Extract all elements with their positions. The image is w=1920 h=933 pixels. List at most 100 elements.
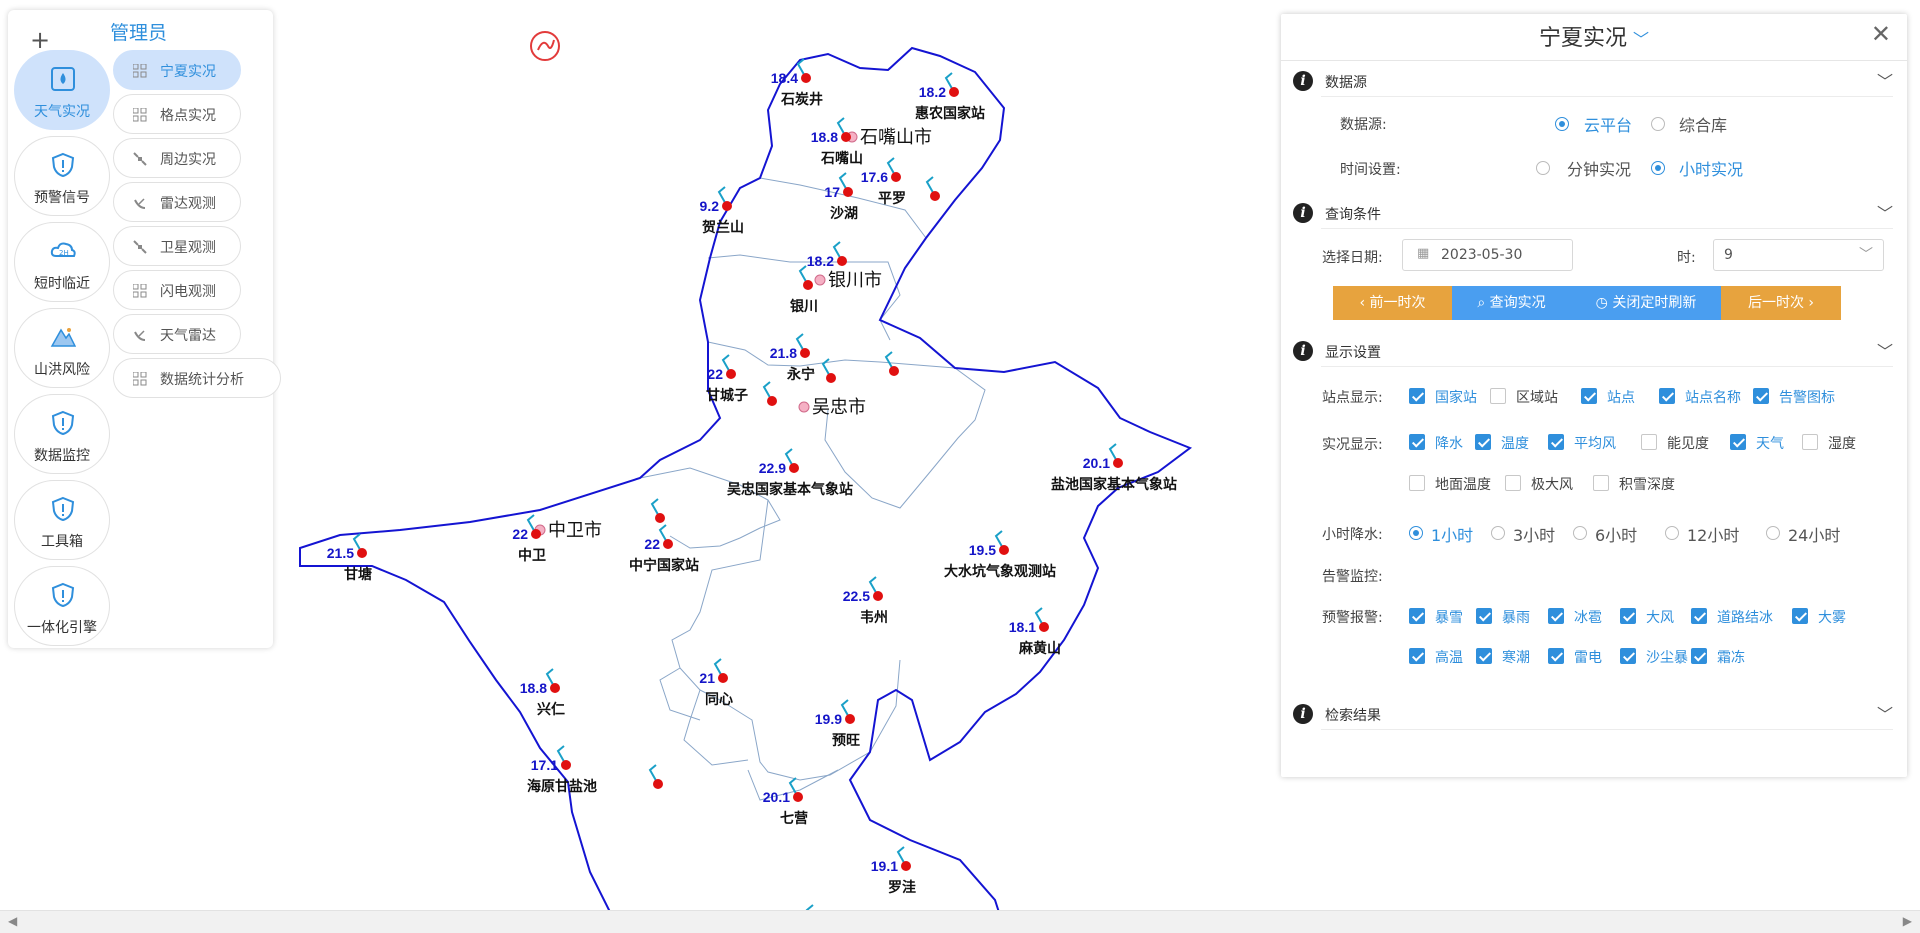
checkbox-label[interactable]: 告警图标 [1779, 387, 1835, 407]
checkbox-label[interactable]: 冰雹 [1574, 607, 1602, 627]
query-button[interactable]: ⌕ 查询实况 [1452, 286, 1571, 320]
checkbox[interactable] [1730, 434, 1746, 450]
date-picker[interactable]: ▦ 2023-05-30 [1402, 239, 1573, 271]
station-dot[interactable] [663, 539, 673, 549]
station-dot[interactable] [800, 348, 810, 358]
radio-library[interactable] [1651, 117, 1665, 131]
station[interactable] [762, 381, 777, 406]
station[interactable]: 银川 [790, 265, 818, 315]
station[interactable]: 19.1 罗洼 [871, 846, 916, 896]
checkbox[interactable] [1620, 648, 1636, 664]
checkbox-label[interactable]: 站点名称 [1685, 387, 1741, 407]
checkbox[interactable] [1548, 608, 1564, 624]
station-dot[interactable] [826, 373, 836, 383]
station-dot[interactable] [891, 172, 901, 182]
checkbox[interactable] [1490, 388, 1506, 404]
station[interactable]: 21 同心 [699, 658, 733, 708]
station[interactable] [648, 764, 663, 789]
rain-option[interactable]: 12小时 [1687, 522, 1739, 546]
chevron-down-icon[interactable]: ﹀ [1877, 338, 1893, 362]
station-dot[interactable] [653, 779, 663, 789]
station[interactable]: 22 中宁国家站 [629, 524, 699, 574]
sub-nav-item[interactable]: 周边实况 [113, 138, 241, 178]
station-dot[interactable] [561, 760, 571, 770]
checkbox-label[interactable]: 沙尘暴 [1646, 647, 1688, 667]
sub-nav-item[interactable]: 雷达观测 [113, 182, 241, 222]
checkbox-label[interactable]: 降水 [1435, 433, 1463, 453]
hour-select[interactable]: 9 ﹀ [1713, 239, 1884, 271]
station-dot[interactable] [837, 256, 847, 266]
map-compass-icon[interactable] [530, 31, 560, 61]
radio-rain[interactable] [1766, 526, 1780, 540]
station[interactable]: 20.1 盐池国家基本气象站 [1051, 443, 1177, 493]
nav-item[interactable]: 天气实况 [14, 50, 110, 130]
nav-item[interactable]: 山洪风险 [14, 308, 110, 388]
option-cloud[interactable]: 云平台 [1584, 112, 1632, 136]
checkbox-label[interactable]: 站点 [1607, 387, 1635, 407]
checkbox-label[interactable]: 区域站 [1516, 387, 1558, 407]
checkbox[interactable] [1802, 434, 1818, 450]
station-dot[interactable] [901, 861, 911, 871]
station[interactable]: 18.2 惠农国家站 [915, 72, 985, 122]
checkbox[interactable] [1753, 388, 1769, 404]
checkbox[interactable] [1691, 608, 1707, 624]
checkbox-label[interactable]: 暴雪 [1435, 607, 1463, 627]
station[interactable]: 21.5 甘塘 [327, 533, 372, 583]
station-dot[interactable] [1039, 622, 1049, 632]
checkbox-label[interactable]: 暴雨 [1502, 607, 1530, 627]
nav-item[interactable]: 一体化引擎 [14, 566, 110, 646]
option-minute[interactable]: 分钟实况 [1567, 156, 1631, 180]
prev-hour-button[interactable]: ‹ 前一时次 [1333, 286, 1452, 320]
station-dot[interactable] [889, 366, 899, 376]
checkbox-label[interactable]: 天气 [1756, 433, 1784, 453]
station[interactable]: 17 沙湖 [824, 172, 858, 222]
checkbox-label[interactable]: 地面温度 [1435, 474, 1491, 494]
checkbox-label[interactable]: 寒潮 [1502, 647, 1530, 667]
sub-nav-item[interactable]: 闪电观测 [113, 270, 241, 310]
radio-rain[interactable] [1665, 526, 1679, 540]
checkbox[interactable] [1548, 648, 1564, 664]
checkbox[interactable] [1548, 434, 1564, 450]
station-dot[interactable] [550, 683, 560, 693]
checkbox-label[interactable]: 极大风 [1531, 474, 1573, 494]
scroll-right-icon[interactable]: ▶ [1903, 914, 1912, 928]
checkbox[interactable] [1691, 648, 1707, 664]
nav-item[interactable]: 数据监控 [14, 394, 110, 474]
checkbox-label[interactable]: 雷电 [1574, 647, 1602, 667]
radio-rain[interactable] [1573, 526, 1587, 540]
chevron-down-icon[interactable]: ﹀ [1633, 30, 1649, 49]
panel-title[interactable]: 宁夏实况 ﹀ [1281, 20, 1907, 52]
station-dot[interactable] [843, 187, 853, 197]
checkbox-label[interactable]: 国家站 [1435, 387, 1477, 407]
section-query[interactable]: i 查询条件 ﹀ [1293, 198, 1893, 230]
station-dot[interactable] [767, 396, 777, 406]
radio-hour[interactable] [1651, 161, 1665, 175]
station[interactable]: 20.1 七营 [763, 777, 808, 827]
checkbox-label[interactable]: 霜冻 [1717, 647, 1745, 667]
chevron-down-icon[interactable]: ﹀ [1877, 701, 1893, 725]
sub-nav-item[interactable]: 格点实况 [113, 94, 241, 134]
station[interactable]: 22.9 吴忠国家基本气象站 [727, 448, 853, 498]
chevron-down-icon[interactable]: ﹀ [1877, 200, 1893, 224]
checkbox[interactable] [1641, 434, 1657, 450]
rain-option[interactable]: 6小时 [1595, 522, 1637, 546]
section-result[interactable]: i 检索结果 ﹀ [1293, 699, 1893, 731]
option-library[interactable]: 综合库 [1679, 112, 1727, 136]
station[interactable]: 22 甘城子 [706, 354, 748, 404]
station-dot[interactable] [873, 591, 883, 601]
checkbox-label[interactable]: 大雾 [1818, 607, 1846, 627]
station-dot[interactable] [803, 280, 813, 290]
sub-nav-item[interactable]: 数据统计分析 [113, 358, 281, 398]
station-dot[interactable] [789, 463, 799, 473]
checkbox-label[interactable]: 温度 [1501, 433, 1529, 453]
station-dot[interactable] [793, 792, 803, 802]
station[interactable] [925, 176, 940, 201]
radio-rain[interactable] [1409, 526, 1423, 540]
checkbox[interactable] [1409, 608, 1425, 624]
sub-nav-item[interactable]: 天气雷达 [113, 314, 241, 354]
checkbox[interactable] [1409, 434, 1425, 450]
checkbox-label[interactable]: 能见度 [1667, 433, 1709, 453]
horizontal-scrollbar[interactable]: ◀ ▶ [0, 910, 1920, 933]
section-datasource[interactable]: i 数据源 ﹀ [1293, 66, 1893, 98]
station[interactable]: 18.4 石炭井 [771, 58, 823, 108]
